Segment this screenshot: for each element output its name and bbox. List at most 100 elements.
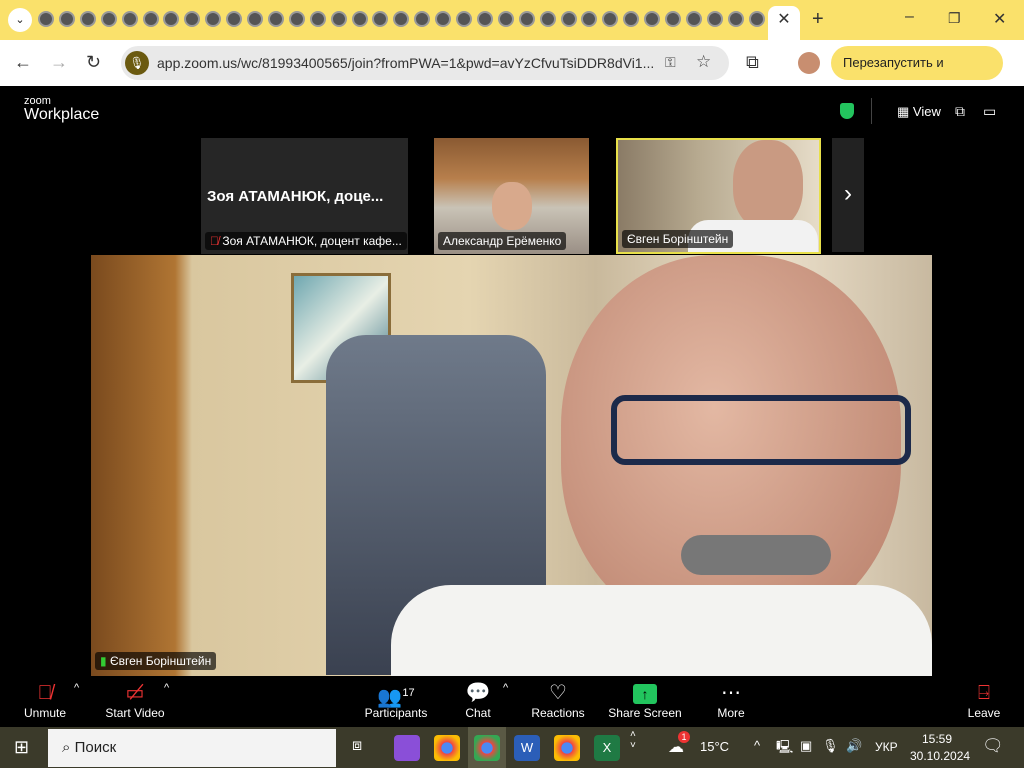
- start-video-button[interactable]: ▭̸ Start Video: [100, 680, 170, 720]
- notifications-icon[interactable]: 🗨: [982, 736, 1004, 756]
- tab-search-button[interactable]: ⌄: [8, 8, 32, 32]
- video-off-icon: ▭̸: [125, 682, 145, 704]
- more-ellipsis-icon: ⋯: [721, 682, 741, 704]
- relaunch-update-button[interactable]: Перезапустить и обновить⋮: [831, 46, 1003, 104]
- browser-tab-favicon[interactable]: [330, 11, 347, 27]
- chat-options-caret[interactable]: ^: [503, 682, 508, 694]
- browser-tab-favicon[interactable]: [685, 11, 702, 27]
- browser-tab-favicon[interactable]: [456, 11, 472, 27]
- taskbar-scroll-arrows[interactable]: ˄ ˅: [630, 729, 636, 751]
- minimize-button[interactable]: –: [905, 8, 914, 26]
- browser-tab-favicon[interactable]: [539, 11, 556, 27]
- thumbnail-yevhen[interactable]: Євген Борінштейн: [616, 138, 821, 254]
- restore-button[interactable]: ❐: [948, 10, 961, 27]
- unmute-button[interactable]: 🎙̸ Unmute: [18, 680, 72, 720]
- clock-time[interactable]: 15:59: [922, 732, 952, 746]
- browser-tab-favicon[interactable]: [414, 11, 431, 27]
- browser-tab-favicon[interactable]: [476, 11, 493, 27]
- video-options-caret[interactable]: ^: [164, 682, 169, 694]
- show-hidden-icons-caret[interactable]: ^: [754, 738, 760, 753]
- zoom-logo-bottom: Workplace: [24, 106, 100, 123]
- reactions-label: Reactions: [531, 706, 585, 720]
- browser-tab-favicon[interactable]: [288, 11, 305, 27]
- heart-icon: ♡: [549, 682, 567, 704]
- close-tab-icon[interactable]: ✕: [768, 6, 800, 34]
- fullscreen-icon[interactable]: ▭: [983, 103, 996, 120]
- browser-tab-favicon[interactable]: [247, 11, 263, 27]
- browser-tab-favicon[interactable]: [393, 11, 410, 27]
- chrome-profile-icon[interactable]: [474, 735, 500, 761]
- browser-tab-favicon[interactable]: [267, 11, 284, 27]
- browser-tab-favicon[interactable]: [560, 11, 577, 27]
- browser-tab-favicon[interactable]: [706, 11, 723, 27]
- share-screen-button[interactable]: ↑ Share Screen: [608, 680, 682, 720]
- browser-tab-favicon[interactable]: [38, 11, 54, 27]
- input-language[interactable]: УКР: [875, 740, 898, 754]
- participant-name: Александр Ерёменко: [438, 232, 567, 250]
- new-tab-button[interactable]: +: [812, 8, 824, 31]
- encryption-shield-icon[interactable]: [840, 103, 854, 119]
- next-page-arrow[interactable]: ›: [832, 138, 864, 252]
- browser-tab-favicon[interactable]: [142, 11, 159, 27]
- browser-tab-favicon[interactable]: [581, 11, 598, 27]
- thumbnail-aleksandr[interactable]: Александр Ерёменко: [434, 138, 589, 254]
- participants-button[interactable]: 👥17 Participants: [362, 680, 430, 720]
- reload-icon[interactable]: ↻: [86, 52, 101, 73]
- chat-button[interactable]: 💬 Chat: [458, 680, 498, 720]
- microphone-in-use-icon[interactable]: 🎙: [125, 51, 149, 75]
- network-icon[interactable]: 🖳: [776, 738, 793, 760]
- excel-icon[interactable]: X: [594, 735, 620, 761]
- view-label: View: [912, 104, 941, 119]
- browser-tab-favicon[interactable]: [518, 11, 535, 27]
- browser-tab-favicon[interactable]: [351, 11, 368, 27]
- back-icon[interactable]: ←: [14, 52, 32, 73]
- browser-tab-favicon[interactable]: [727, 11, 744, 27]
- audio-options-caret[interactable]: ^: [74, 682, 79, 694]
- browser-tab-favicon[interactable]: [644, 11, 661, 27]
- browser-tab-favicon[interactable]: [435, 11, 452, 27]
- browser-tab-favicon[interactable]: [163, 11, 180, 27]
- browser-tab-favicon[interactable]: [623, 11, 640, 27]
- bookmark-star-icon[interactable]: ☆: [696, 52, 711, 72]
- browser-tab-favicon[interactable]: [79, 11, 96, 27]
- clock-date[interactable]: 30.10.2024: [910, 749, 970, 763]
- thumbnail-zoya[interactable]: Зоя АТАМАНЮК, доце... 🎙̸ Зоя АТАМАНЮК, д…: [201, 138, 408, 254]
- password-key-icon[interactable]: ⚿: [665, 54, 676, 71]
- pip-icon[interactable]: ⧉: [955, 103, 965, 120]
- more-button[interactable]: ⋯ More: [710, 680, 752, 720]
- task-view-icon[interactable]: ⧈: [352, 737, 362, 755]
- profile-avatar[interactable]: [798, 52, 820, 74]
- volume-icon[interactable]: 🔊: [846, 738, 862, 754]
- windows-start-icon[interactable]: ⊞: [14, 737, 29, 758]
- participants-count: 17: [402, 687, 415, 699]
- url-field[interactable]: 🎙 app.zoom.us/wc/81993400565/join?fromPW…: [121, 46, 729, 80]
- browser-tab-favicon[interactable]: [665, 11, 681, 27]
- browser-tab-favicon[interactable]: [748, 11, 765, 27]
- word-icon[interactable]: W: [514, 735, 540, 761]
- participant-name: Євген Борінштейн: [622, 230, 734, 248]
- browser-tab-favicon[interactable]: [602, 11, 619, 27]
- clipchamp-icon[interactable]: [394, 735, 420, 761]
- view-button[interactable]: ▦ View: [897, 104, 941, 120]
- participant-name: Зоя АТАМАНЮК, доцент кафе...: [222, 234, 402, 248]
- browser-tab-favicon[interactable]: [121, 11, 138, 27]
- browser-tab-favicon[interactable]: [205, 11, 222, 27]
- taskbar-search-box[interactable]: ⌕ Поиск: [48, 729, 336, 767]
- browser-tab-favicon[interactable]: [184, 11, 201, 27]
- microphone-in-use-icon[interactable]: 🎙: [822, 738, 839, 754]
- close-window-button[interactable]: ✕: [993, 9, 1006, 29]
- forward-icon[interactable]: →: [50, 52, 68, 73]
- browser-tab-favicon[interactable]: [497, 11, 514, 27]
- browser-tab-favicon[interactable]: [58, 11, 75, 27]
- chrome-icon[interactable]: [434, 735, 460, 761]
- leave-button[interactable]: ⍈ Leave: [964, 680, 1004, 720]
- browser-tab-favicon[interactable]: [309, 11, 326, 27]
- browser-tab-favicon[interactable]: [100, 11, 117, 27]
- chrome-profile2-icon[interactable]: [554, 735, 580, 761]
- camera-in-use-icon[interactable]: ▣: [800, 738, 812, 754]
- extensions-icon[interactable]: ⧉: [746, 52, 759, 73]
- browser-tab-favicon[interactable]: [226, 11, 243, 27]
- reactions-button[interactable]: ♡ Reactions: [530, 680, 586, 720]
- active-tab[interactable]: ✕: [768, 6, 800, 40]
- browser-tab-favicon[interactable]: [372, 11, 389, 27]
